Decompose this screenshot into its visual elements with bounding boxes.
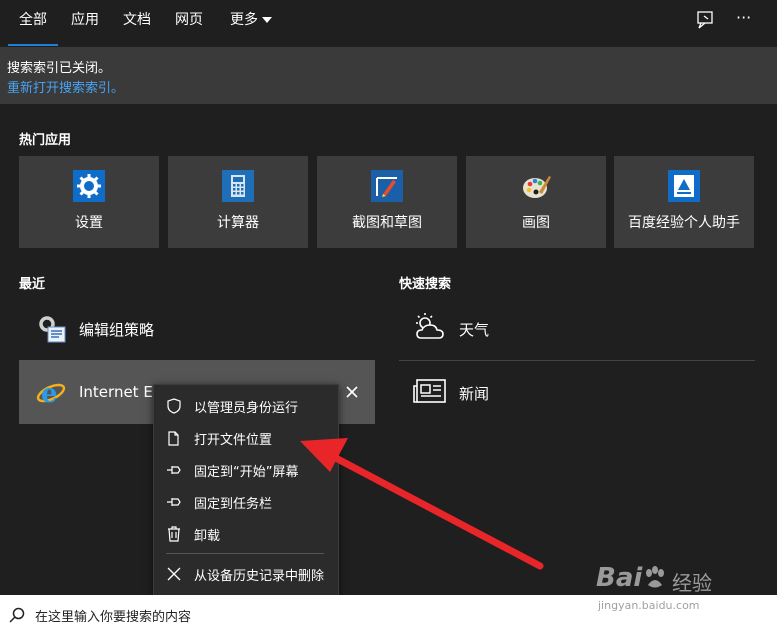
- baidu-paw-icon: [642, 565, 668, 591]
- search-icon: [8, 606, 26, 624]
- baidu-watermark: Bai 经验 jingyan.baidu.com: [596, 563, 766, 623]
- watermark-brand: Bai: [596, 563, 643, 593]
- search-input[interactable]: 在这里输入你要搜索的内容: [35, 606, 191, 625]
- watermark-brand-cn: 经验: [672, 571, 712, 595]
- annotation-arrow: [300, 438, 544, 570]
- watermark-url: jingyan.baidu.com: [598, 599, 700, 612]
